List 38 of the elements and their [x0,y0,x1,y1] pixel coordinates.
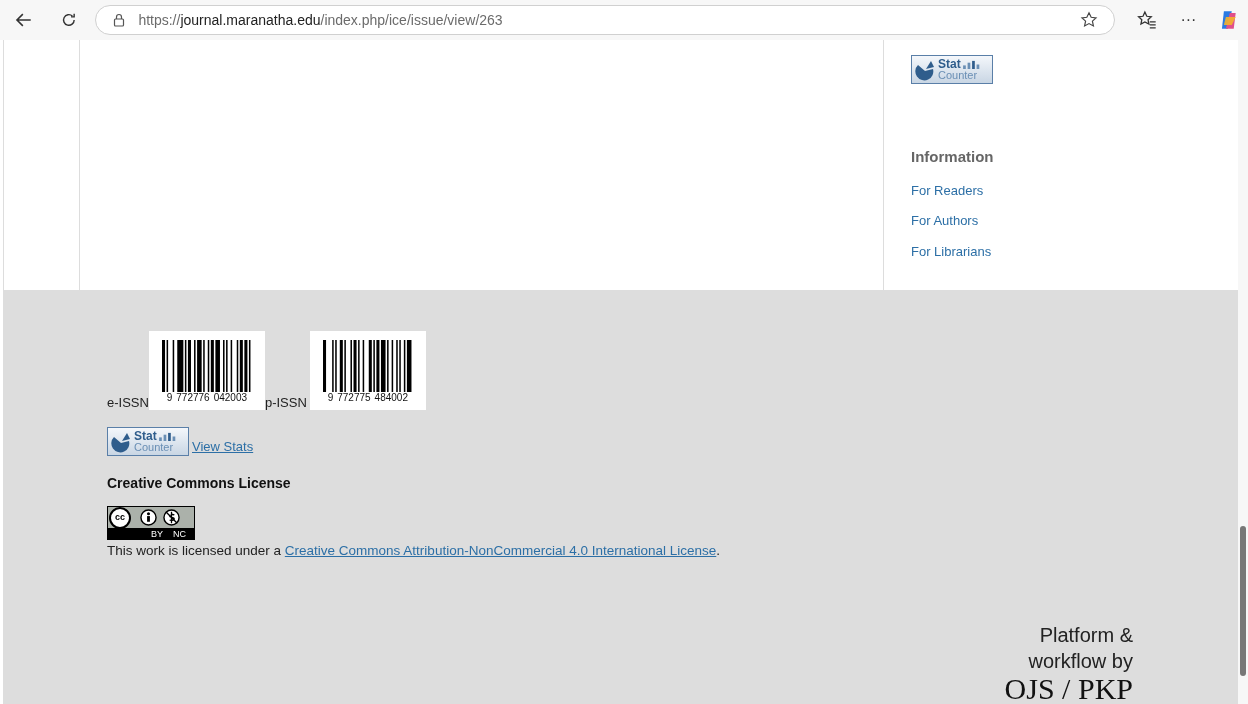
scrollbar[interactable] [1238,40,1248,704]
sidebar-heading: Information [911,147,994,167]
barcode-digits: 9 [327,392,334,404]
person-icon [140,509,157,526]
badge-text: BY [151,528,163,539]
view-stats-link[interactable]: View Stats [192,436,254,456]
barcode-digits: 042003 [213,392,248,404]
barcode-digits: 772775 [337,392,371,404]
barcode-digits: 484002 [374,392,408,404]
url-text: https://journal.maranatha.edu/index.php/ice/issue/view/263 [138,10,503,30]
platform-text: Platform & [1039,623,1133,648]
issn-label: e-ISSN [107,393,149,412]
issn-label: p-ISSN [264,393,307,412]
license-heading: Creative Commons License [107,474,292,493]
favorites-icon[interactable] [1136,10,1157,30]
no-dollar-icon [163,509,180,526]
statcounter-logo[interactable]: Stat Counter [107,427,189,456]
more-button[interactable]: ··· [1180,8,1197,32]
barcode-digits: 772776 [176,392,210,404]
sidebar-link[interactable]: For Readers [911,180,994,200]
lock-icon[interactable] [112,13,127,27]
barcode-digits: 9 [166,392,173,404]
ojs-pkp-logo[interactable]: OJS / PKP [1004,674,1133,704]
license-text: This work is licensed under a Creative Commons Attribution-NonCommercial 4.0 International License. [107,542,722,560]
cc-license-badge[interactable]: cc BY NC [107,506,195,540]
logo-text: Counter [938,69,979,81]
sidebar-link[interactable]: For Librarians [911,241,994,261]
statcounter-logo[interactable]: Stat Counter [911,55,993,84]
license-link[interactable]: Creative Commons Attribution-NonCommercial 4.0 International License [284,543,717,558]
address-bar[interactable]: https://journal.maranatha.edu/index.php/ice/issue/view/263 [95,5,1115,35]
platform-text: workflow by [1028,649,1133,674]
logo-text: Stat [938,58,961,70]
sidebar-link[interactable]: For Authors [911,211,994,231]
logo-text: Stat [134,430,157,442]
badge-text: NC [173,528,186,539]
logo-text: Counter [134,441,175,453]
cc-mark: cc [109,506,131,529]
star-icon[interactable] [1079,11,1098,29]
